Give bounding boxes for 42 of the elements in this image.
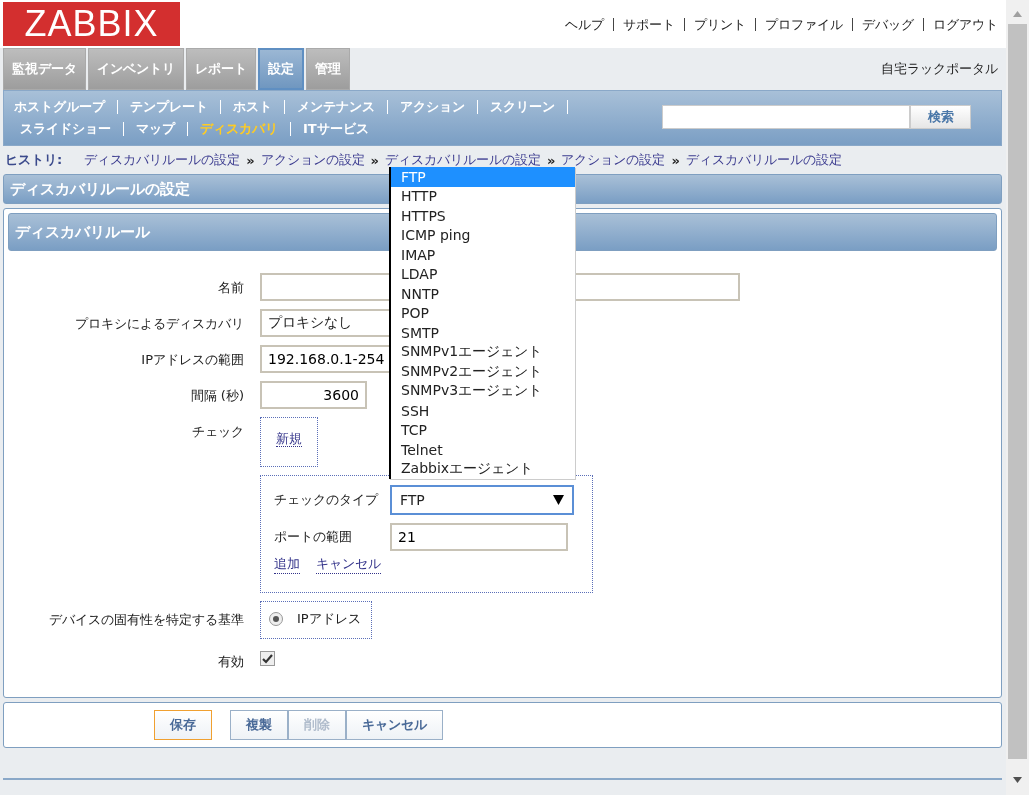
field-label: 有効: [217, 653, 244, 671]
breadcrumb-separator: »: [671, 152, 680, 168]
history-link[interactable]: アクションの設定: [561, 151, 666, 169]
search-button[interactable]: 検索: [910, 105, 971, 129]
scrollbar[interactable]: [1006, 0, 1029, 795]
field-label: ポートの範囲: [274, 528, 353, 546]
field-label: 間隔 (秒): [189, 387, 244, 405]
field-label: プロキシによるディスカバリ: [74, 315, 244, 333]
header-link[interactable]: ログアウト: [923, 17, 998, 31]
breadcrumb-separator: »: [547, 152, 556, 168]
add-link[interactable]: 追加: [274, 555, 300, 574]
form-button[interactable]: 保存: [154, 710, 212, 740]
field-label: チェック: [191, 423, 244, 441]
header-link[interactable]: プリント: [684, 17, 755, 31]
header-link[interactable]: ヘルプ: [556, 17, 613, 31]
breadcrumb-separator: »: [246, 152, 255, 168]
history-link[interactable]: ディスカバリルールの設定: [385, 151, 541, 169]
breadcrumb-separator: »: [370, 152, 379, 168]
header-link[interactable]: プロファイル: [755, 17, 852, 31]
field-label: チェックのタイプ: [274, 491, 380, 509]
check-type-select[interactable]: FTP: [390, 485, 574, 515]
search-field[interactable]: [662, 105, 910, 129]
radio-option[interactable]: IPアドレス: [261, 602, 371, 638]
field-label: 名前: [217, 279, 244, 297]
history-link[interactable]: ディスカバリルールの設定: [685, 151, 842, 169]
new-check-link[interactable]: 新規: [276, 431, 302, 447]
history-label: ヒストリ:: [5, 151, 63, 169]
header-link[interactable]: デバッグ: [852, 17, 923, 31]
header-link[interactable]: サポート: [613, 17, 684, 31]
dropdown-arrow-icon: [553, 495, 564, 505]
enabled-checkbox[interactable]: [260, 651, 275, 666]
history-link[interactable]: ディスカバリルールの設定: [84, 151, 241, 169]
form-button[interactable]: 複製: [230, 710, 288, 740]
port-range-field[interactable]: 21: [390, 523, 568, 551]
history-link[interactable]: アクションの設定: [260, 151, 365, 169]
interval-field[interactable]: 3600: [260, 381, 367, 409]
cancel-link[interactable]: キャンセル: [316, 555, 381, 574]
site-name: 自宅ラックポータル: [881, 60, 998, 78]
form-button[interactable]: キャンセル: [346, 710, 443, 740]
field-label: デバイスの固有性を特定する基準: [48, 611, 244, 629]
field-label: IPアドレスの範囲: [140, 351, 244, 369]
logo: ZABBIX: [3, 2, 180, 46]
